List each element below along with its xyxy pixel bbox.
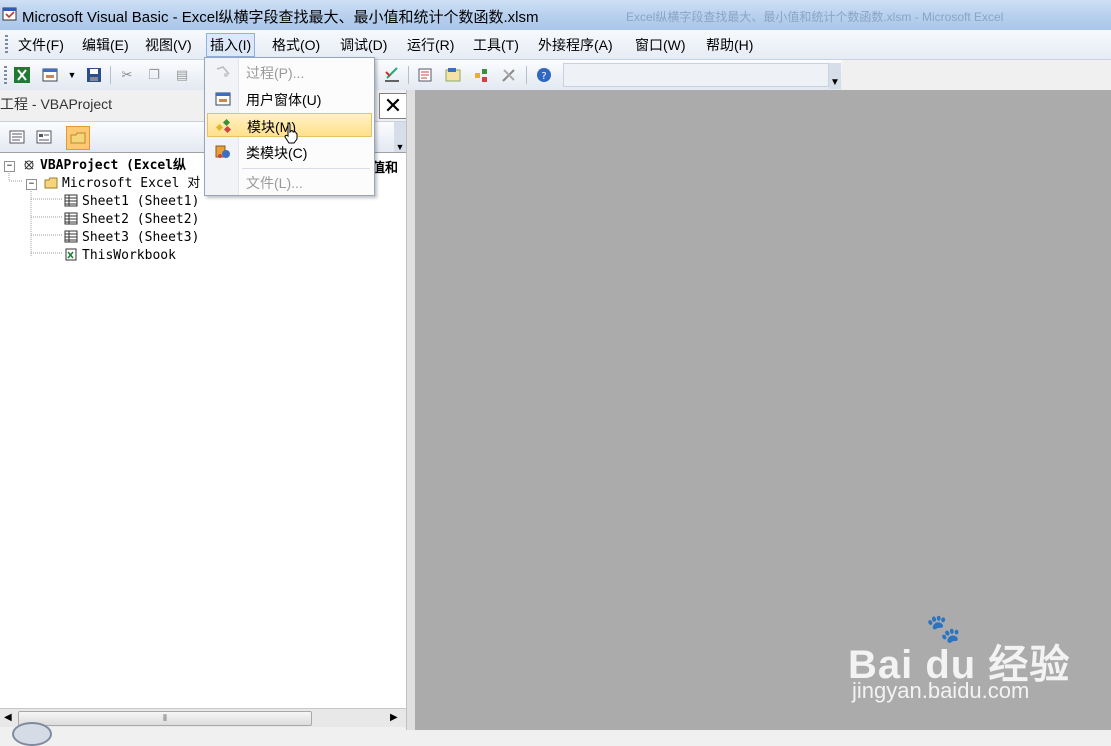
- menu-tools[interactable]: 工具(T): [470, 35, 522, 55]
- paste-icon[interactable]: ▤: [173, 66, 191, 84]
- menu-item-userform[interactable]: 用户窗体(U): [207, 87, 372, 111]
- menu-item-label: 类模块(C): [246, 145, 308, 161]
- view-object-icon[interactable]: [33, 126, 55, 148]
- menu-item-label: 文件(L)...: [246, 175, 303, 191]
- menu-debug[interactable]: 调试(D): [337, 35, 390, 55]
- window-title: Microsoft Visual Basic - Excel纵横字段查找最大、最…: [22, 9, 539, 26]
- scroll-right-icon[interactable]: ▶: [390, 712, 398, 723]
- horizontal-scrollbar[interactable]: ◀ ⦀ ▶: [0, 708, 406, 727]
- insert-dropdown-icon[interactable]: ▼: [63, 66, 81, 84]
- project-tree: − VBAProject (Excel纵 值和 − Microsoft Exce…: [0, 152, 406, 709]
- scrollbar-thumb[interactable]: ⦀: [18, 711, 312, 726]
- watermark-url: jingyan.baidu.com: [852, 678, 1030, 703]
- vba-app-icon: [2, 7, 17, 21]
- toolbox-icon[interactable]: [500, 66, 518, 84]
- menu-file[interactable]: 文件(F): [15, 35, 67, 55]
- background-window-title: Excel纵横字段查找最大、最小值和统计个数函数.xlsm - Microsof…: [626, 10, 1004, 24]
- design-mode-icon[interactable]: [383, 66, 401, 84]
- project-explorer-icon[interactable]: [416, 66, 434, 84]
- close-icon[interactable]: ✕: [379, 93, 407, 119]
- tree-connector-lines: [8, 171, 62, 257]
- view-excel-icon[interactable]: [13, 66, 31, 84]
- help-icon[interactable]: ?: [535, 66, 553, 84]
- menu-format[interactable]: 格式(O): [269, 35, 323, 55]
- menu-run[interactable]: 运行(R): [404, 35, 457, 55]
- toolbar-position-box: [563, 63, 829, 87]
- toolbar-separator: [526, 66, 527, 84]
- class-module-icon: [215, 145, 230, 158]
- menu-help[interactable]: 帮助(H): [703, 35, 756, 55]
- menu-item-label: 过程(P)...: [246, 65, 305, 81]
- menu-insert[interactable]: 插入(I): [206, 33, 256, 57]
- save-icon[interactable]: [85, 66, 103, 84]
- toolbar-separator: [110, 66, 111, 84]
- toggle-folders-icon[interactable]: [66, 126, 90, 150]
- copy-icon[interactable]: ❐: [145, 66, 163, 84]
- userform-icon: [215, 92, 231, 106]
- title-bar: Microsoft Visual Basic - Excel纵横字段查找最大、最…: [0, 0, 1111, 31]
- menu-item-procedure[interactable]: 过程(P)...: [207, 60, 372, 84]
- toolbar-grip[interactable]: [4, 66, 7, 84]
- menu-addins[interactable]: 外接程序(A): [535, 35, 616, 55]
- svg-text:?: ?: [541, 71, 546, 82]
- tree-label-overflow: 值和: [372, 161, 399, 176]
- menu-item-file[interactable]: 文件(L)...: [207, 170, 372, 194]
- menu-view[interactable]: 视图(V): [142, 35, 195, 55]
- menu-window[interactable]: 窗口(W): [632, 35, 689, 55]
- object-browser-icon[interactable]: [472, 66, 490, 84]
- menu-edit[interactable]: 编辑(E): [79, 35, 132, 55]
- project-explorer-title: 工程 - VBAProject: [0, 96, 113, 112]
- hand-cursor-icon: [284, 122, 298, 144]
- insert-userform-icon[interactable]: [41, 66, 59, 84]
- taskbar-orb[interactable]: [12, 722, 52, 746]
- menubar-grip[interactable]: [5, 35, 8, 55]
- menu-bar: 文件(F) 编辑(E) 视图(V) 插入(I) 格式(O) 调试(D) 运行(R…: [0, 30, 1111, 60]
- toolbar-separator: [408, 66, 409, 84]
- toolbar-overflow-button[interactable]: ▼: [829, 63, 841, 89]
- module-icon: [215, 118, 232, 134]
- menu-item-label: 用户窗体(U): [246, 92, 322, 108]
- menu-separator: [242, 168, 370, 169]
- project-toolbar-overflow[interactable]: ▼: [394, 122, 406, 152]
- procedure-icon: [216, 66, 230, 77]
- scroll-left-icon[interactable]: ◀: [4, 712, 12, 723]
- standard-toolbar: ▼ ✂ ❐ ▤ ? ▼: [0, 60, 842, 91]
- cut-icon[interactable]: ✂: [118, 66, 136, 84]
- view-code-icon[interactable]: [6, 126, 28, 148]
- properties-window-icon[interactable]: [444, 66, 462, 84]
